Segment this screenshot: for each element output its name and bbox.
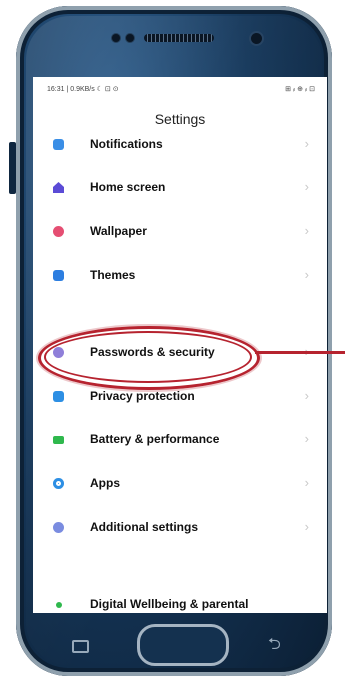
chevron-right-icon: › <box>304 136 309 151</box>
item-label: Wallpaper <box>90 224 147 238</box>
item-label: Home screen <box>90 180 166 194</box>
settings-item-notifications[interactable]: Notifications › <box>33 127 327 163</box>
home-icon <box>53 182 64 193</box>
front-camera-icon <box>251 33 262 44</box>
back-icon[interactable]: ⮌ <box>268 633 281 660</box>
sensor-dot <box>112 34 120 42</box>
chevron-right-icon: › <box>304 388 309 403</box>
settings-item-battery-performance[interactable]: Battery & performance › <box>33 422 327 458</box>
sensor-dot <box>126 34 134 42</box>
item-label: Digital Wellbeing & parental <box>90 597 249 611</box>
apps-icon <box>53 478 64 489</box>
themes-icon <box>53 270 64 281</box>
settings-item-digital-wellbeing[interactable]: Digital Wellbeing & parental <box>33 587 327 613</box>
item-label: Notifications <box>90 137 163 151</box>
recent-apps-icon[interactable] <box>72 640 89 653</box>
page-title: Settings <box>154 111 206 127</box>
wallpaper-icon <box>53 226 64 237</box>
chevron-right-icon: › <box>304 179 309 194</box>
status-left: 16:31 | 0.9KB/s ☾ ⊡ ⊙ <box>47 86 119 93</box>
home-button[interactable] <box>137 624 229 666</box>
wellbeing-icon <box>56 602 62 608</box>
more-icon <box>53 522 64 533</box>
side-volume-key <box>9 142 16 194</box>
earpiece-speaker <box>144 34 214 42</box>
chevron-right-icon: › <box>304 475 309 490</box>
status-right: ⊞ ᵢₗ ⊕ ᵢₗ ⊡ <box>285 86 315 93</box>
status-bar: 16:31 | 0.9KB/s ☾ ⊡ ⊙ ⊞ ᵢₗ ⊕ ᵢₗ ⊡ <box>33 77 327 101</box>
item-label: Apps <box>90 476 120 490</box>
chevron-right-icon: › <box>304 223 309 238</box>
annotation-oval-inner <box>44 331 252 383</box>
chevron-right-icon: › <box>304 267 309 282</box>
settings-item-wallpaper[interactable]: Wallpaper › <box>33 214 327 250</box>
chevron-right-icon: › <box>304 431 309 446</box>
chevron-right-icon: › <box>304 519 309 534</box>
settings-item-apps[interactable]: Apps › <box>33 466 327 502</box>
bell-icon <box>53 139 64 150</box>
privacy-icon <box>53 391 64 402</box>
settings-item-home-screen[interactable]: Home screen › <box>33 170 327 206</box>
settings-item-themes[interactable]: Themes › <box>33 258 327 294</box>
item-label: Privacy protection <box>90 389 195 403</box>
annotation-pointer-line <box>255 351 345 354</box>
settings-item-additional-settings[interactable]: Additional settings › <box>33 510 327 546</box>
item-label: Themes <box>90 268 136 282</box>
item-label: Additional settings <box>90 520 198 534</box>
battery-icon <box>53 436 64 444</box>
item-label: Battery & performance <box>90 432 220 446</box>
